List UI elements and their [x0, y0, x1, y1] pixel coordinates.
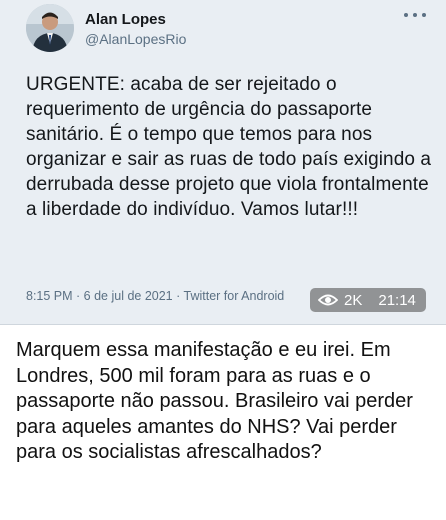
view-count: 2K [344, 291, 363, 309]
author-handle[interactable]: @AlanLopesRio [85, 31, 186, 47]
more-horizontal-icon[interactable] [404, 8, 426, 22]
more-dot [413, 13, 417, 17]
video-duration: 21:14 [378, 291, 416, 309]
more-dot [422, 13, 426, 17]
video-overlay-badge: 2K 21:14 [310, 288, 426, 312]
embedded-tweet-card[interactable]: Alan Lopes @AlanLopesRio URGENTE: acaba … [0, 0, 446, 325]
caption-text: Marquem essa manifestação e eu irei. Em … [16, 339, 413, 463]
tweet-text: URGENTE: acaba de ser rejeitado o requer… [26, 74, 432, 220]
avatar[interactable] [26, 4, 74, 52]
eye-icon [318, 294, 338, 306]
tweet-timestamp[interactable]: 8:15 PM · 6 de jul de 2021 · Twitter for… [26, 289, 284, 303]
more-dot [404, 13, 408, 17]
author-name[interactable]: Alan Lopes [85, 11, 166, 28]
